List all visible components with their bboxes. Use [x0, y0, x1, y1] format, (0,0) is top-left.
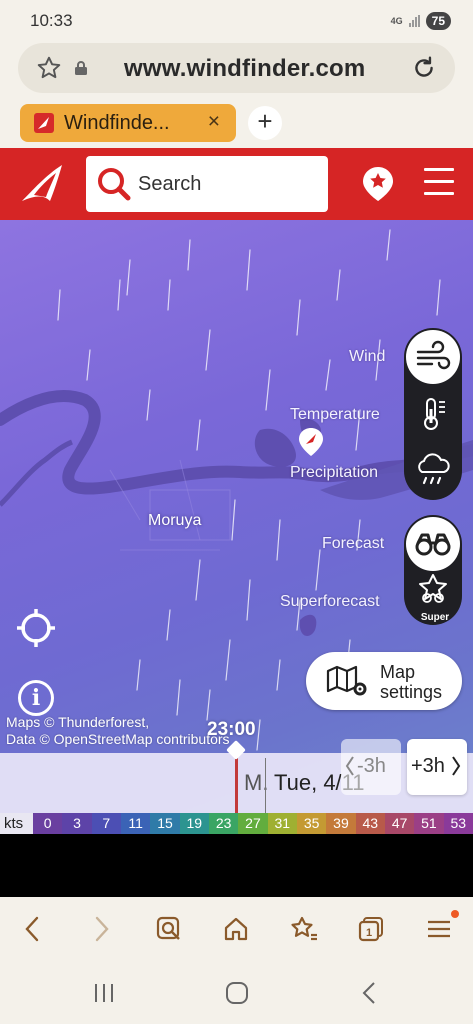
tab-title: Windfinde... — [64, 112, 170, 134]
windfinder-logo[interactable] — [18, 161, 66, 210]
status-bar: 10:33 4G 75 — [0, 0, 473, 40]
menu-icon[interactable] — [425, 915, 453, 948]
forecast-switcher: Super — [404, 515, 462, 625]
hamburger-menu-icon[interactable] — [424, 168, 454, 198]
map-settings-label: Map settings — [380, 662, 443, 702]
legend-stop: 31 — [267, 813, 297, 834]
thermometer-icon — [424, 398, 445, 430]
attribution-line-1: Maps © Thunderforest, — [6, 714, 150, 730]
legend-stop: 43 — [355, 813, 385, 834]
layer-label-temperature[interactable]: Temperature — [290, 406, 380, 424]
forecast-button[interactable] — [406, 517, 460, 571]
back-3h-label: -3h — [357, 755, 386, 777]
layer-label-superforecast[interactable]: Superforecast — [280, 593, 380, 611]
legend-stop: 47 — [384, 813, 415, 834]
legend-stop: 23 — [208, 813, 239, 834]
info-icon[interactable]: i — [18, 680, 54, 716]
precipitation-layer-button[interactable] — [406, 442, 460, 496]
forward-3h-button[interactable]: +3h — [407, 739, 467, 795]
superforecast-icon — [419, 574, 447, 603]
layer-label-precipitation[interactable]: Precipitation — [290, 464, 378, 482]
legend-stop: 51 — [414, 813, 444, 834]
current-time-label: 23:00 — [207, 719, 256, 740]
layer-label-forecast[interactable]: Forecast — [322, 535, 384, 553]
blank-area — [0, 834, 473, 897]
locate-me-icon[interactable] — [15, 607, 57, 654]
place-label-moruya[interactable]: Moruya — [148, 512, 201, 530]
legend-stop: 53 — [443, 813, 473, 834]
map-attribution[interactable]: Maps © Thunderforest, Data © OpenStreetM… — [6, 714, 230, 748]
map-settings-icon — [326, 665, 370, 702]
legend-stop: 15 — [150, 813, 180, 834]
svg-text:1: 1 — [366, 927, 372, 939]
search-box[interactable]: Search — [86, 156, 328, 212]
tabs-icon[interactable]: 1 — [357, 915, 385, 948]
windfinder-favicon-icon — [34, 113, 54, 133]
network-type: 4G — [390, 15, 403, 26]
binoculars-icon — [415, 533, 451, 556]
rain-cloud-icon — [418, 453, 450, 485]
super-badge: Super — [420, 612, 450, 623]
status-time: 10:33 — [30, 11, 73, 30]
battery-indicator: 75 — [425, 12, 451, 30]
lock-icon[interactable] — [74, 60, 88, 81]
legend-stop: 7 — [91, 813, 121, 834]
search-page-icon[interactable] — [155, 915, 183, 948]
map-settings-button[interactable]: Map settings — [306, 652, 462, 710]
windfinder-header: Search — [0, 148, 473, 220]
home-icon[interactable] — [222, 915, 250, 948]
wind-icon — [416, 340, 451, 370]
layer-label-wind[interactable]: Wind — [349, 348, 385, 366]
reload-icon[interactable] — [411, 55, 437, 86]
search-icon — [96, 166, 132, 207]
url-bar[interactable]: www.windfinder.com — [18, 43, 455, 93]
recent-apps-icon[interactable] — [92, 981, 116, 1010]
spot-marker-icon[interactable] — [297, 427, 325, 462]
legend-stop: 35 — [296, 813, 327, 834]
legend-stop: 39 — [326, 813, 356, 834]
forward-arrow-icon[interactable] — [88, 915, 114, 948]
superforecast-button[interactable]: Super — [406, 571, 460, 625]
timeline-cursor[interactable] — [235, 753, 238, 813]
map-layer-switcher — [404, 328, 462, 500]
status-indicators: 4G 75 — [391, 12, 451, 30]
attribution-line-2: Data © OpenStreetMap contributors — [6, 731, 230, 747]
url-text[interactable]: www.windfinder.com — [124, 55, 365, 83]
tab-close-icon[interactable]: × — [208, 110, 220, 134]
chevron-left-icon — [345, 755, 355, 783]
legend-stop: 3 — [62, 813, 92, 834]
day-separator — [265, 758, 266, 813]
legend-scale: 0 3 7 11 15 19 23 27 31 35 39 43 47 51 53 — [33, 813, 473, 834]
legend-stop: 0 — [33, 813, 63, 834]
bookmark-star-icon[interactable] — [36, 55, 62, 86]
temperature-layer-button[interactable] — [406, 387, 460, 441]
back-arrow-icon[interactable] — [20, 915, 46, 948]
signal-icon — [408, 15, 420, 27]
browser-toolbar: 1 — [0, 897, 473, 963]
android-nav-bar — [0, 963, 473, 1024]
legend-unit: kts — [4, 815, 24, 832]
wind-speed-legend: kts 0 3 7 11 15 19 23 27 31 35 39 43 47 51 53 — [0, 813, 473, 834]
favorites-pin-icon[interactable] — [362, 166, 394, 207]
back-nav-icon[interactable] — [358, 980, 382, 1011]
notification-dot — [451, 910, 459, 918]
home-nav-icon[interactable] — [224, 980, 250, 1011]
search-placeholder: Search — [138, 173, 202, 195]
new-tab-button[interactable]: + — [248, 106, 282, 140]
legend-stop: 11 — [120, 813, 151, 834]
forward-3h-label: +3h — [411, 755, 445, 777]
bookmarks-icon[interactable] — [289, 915, 319, 948]
back-3h-button[interactable]: -3h — [341, 739, 401, 795]
chevron-right-icon — [451, 755, 461, 783]
wind-layer-button[interactable] — [406, 330, 460, 384]
browser-tab[interactable]: Windfinde... × — [20, 104, 236, 142]
legend-stop: 19 — [179, 813, 209, 834]
legend-stop: 27 — [238, 813, 268, 834]
